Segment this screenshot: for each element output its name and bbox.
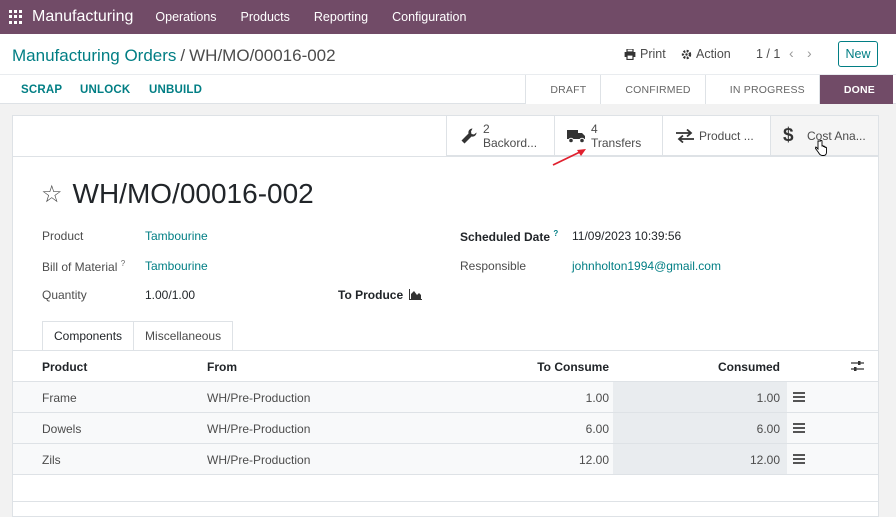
menu-operations[interactable]: Operations xyxy=(155,10,216,24)
row-to-consume: 6.00 xyxy=(585,422,609,436)
row-from: WH/Pre-Production xyxy=(207,422,311,436)
top-navbar: Manufacturing Operations Products Report… xyxy=(0,0,896,34)
new-button[interactable]: New xyxy=(838,41,878,67)
header-row: SCRAP UNLOCK UNBUILD DRAFT CONFIRMED IN … xyxy=(0,74,896,104)
hand-cursor-icon xyxy=(815,140,827,156)
exchange-icon xyxy=(676,128,694,143)
status-done[interactable]: DONE xyxy=(818,75,893,104)
backorders-smart-button[interactable]: 2 Backord... xyxy=(446,116,554,156)
bom-value[interactable]: Tambourine xyxy=(145,259,208,273)
product-value[interactable]: Tambourine xyxy=(145,229,208,243)
row-consumed[interactable]: 6.00 xyxy=(680,422,780,436)
row-consumed[interactable]: 12.00 xyxy=(680,453,780,467)
detailed-operations-icon[interactable] xyxy=(793,392,805,404)
chevron-left-icon[interactable]: ‹ xyxy=(789,45,794,61)
annotation-arrow-icon xyxy=(552,149,586,166)
apps-menu-icon[interactable] xyxy=(9,10,23,24)
menu-reporting[interactable]: Reporting xyxy=(314,10,368,24)
pager-value[interactable]: 1 / 1 xyxy=(756,47,780,61)
scheduled-date-value[interactable]: 11/09/2023 10:39:56 xyxy=(572,229,681,243)
breadcrumb: Manufacturing Orders / WH/MO/00016-002 xyxy=(12,46,336,66)
app-name[interactable]: Manufacturing xyxy=(32,8,133,26)
record-title: ☆ WH/MO/00016-002 xyxy=(41,178,314,210)
breadcrumb-parent[interactable]: Manufacturing Orders xyxy=(12,46,176,65)
unbuild-button[interactable]: UNBUILD xyxy=(149,84,202,96)
product-moves-label: Product ... xyxy=(699,128,754,143)
header-consumed[interactable]: Consumed xyxy=(680,360,780,374)
product-moves-smart-button[interactable]: Product ... xyxy=(662,116,770,156)
sheet-divider xyxy=(13,156,878,157)
unlock-button[interactable]: UNLOCK xyxy=(80,84,130,96)
backorders-count: 2 xyxy=(483,121,490,136)
action-label: Action xyxy=(696,47,731,61)
scrap-button[interactable]: SCRAP xyxy=(21,84,62,96)
print-icon xyxy=(624,48,636,60)
quantity-label: Quantity xyxy=(42,288,87,302)
header-from[interactable]: From xyxy=(207,360,237,374)
row-product: Dowels xyxy=(42,422,82,436)
row-product: Zils xyxy=(42,453,61,467)
table-row[interactable]: Frame WH/Pre-Production 1.00 1.00 xyxy=(13,381,878,412)
control-panel: Manufacturing Orders / WH/MO/00016-002 Pri… xyxy=(0,34,896,104)
responsible-value[interactable]: johnholton1994@gmail.com xyxy=(572,259,721,273)
bom-help-icon[interactable]: ? xyxy=(121,259,125,268)
status-bar: DRAFT CONFIRMED IN PROGRESS DONE xyxy=(525,75,893,104)
quantity-value: 1.00/1.00 xyxy=(145,288,196,302)
area-chart-icon[interactable] xyxy=(409,289,422,300)
dollar-icon: $ xyxy=(783,124,794,146)
breadcrumb-separator: / xyxy=(180,46,186,65)
scheduled-date-label-text: Scheduled Date xyxy=(460,230,551,244)
detailed-operations-icon[interactable] xyxy=(793,423,805,435)
table-row-end xyxy=(13,474,878,475)
wrench-icon xyxy=(461,127,477,143)
status-confirmed[interactable]: CONFIRMED xyxy=(600,75,705,104)
table-row[interactable]: Zils WH/Pre-Production 12.00 12.00 xyxy=(13,443,878,474)
optional-columns-icon[interactable] xyxy=(851,360,864,372)
form-sheet: 2 Backord... 4 Transfers Product ... $ Cos… xyxy=(12,115,879,517)
status-in-progress[interactable]: IN PROGRESS xyxy=(704,75,819,104)
row-to-consume: 1.00 xyxy=(585,391,609,405)
tab-components[interactable]: Components xyxy=(42,321,135,351)
smart-button-box: 2 Backord... 4 Transfers Product ... $ Cos… xyxy=(446,116,878,156)
transfers-count: 4 xyxy=(591,121,598,136)
bom-label-text: Bill of Material xyxy=(42,260,118,274)
row-from: WH/Pre-Production xyxy=(207,391,311,405)
gear-icon xyxy=(681,49,692,59)
print-label: Print xyxy=(640,47,666,61)
row-to-consume: 12.00 xyxy=(578,453,609,467)
row-product: Frame xyxy=(42,391,77,405)
print-button[interactable]: Print xyxy=(624,47,666,61)
record-title-text: WH/MO/00016-002 xyxy=(72,178,314,209)
action-button[interactable]: Action xyxy=(681,47,731,61)
table-header: Product From To Consume Consumed xyxy=(13,351,878,381)
backorders-label: Backord... xyxy=(483,135,538,150)
header-product[interactable]: Product xyxy=(42,360,87,374)
detailed-operations-icon[interactable] xyxy=(793,454,805,466)
row-from: WH/Pre-Production xyxy=(207,453,311,467)
transfers-label: Transfers xyxy=(591,135,642,150)
chevron-right-icon[interactable]: › xyxy=(807,45,812,61)
bom-label: Bill of Material ? xyxy=(42,259,125,274)
scheduled-help-icon[interactable]: ? xyxy=(553,229,558,238)
table-footer-rule xyxy=(13,501,878,502)
tab-miscellaneous[interactable]: Miscellaneous xyxy=(133,321,234,351)
product-label: Product xyxy=(42,229,84,243)
components-table: Product From To Consume Consumed Frame W… xyxy=(13,350,878,475)
to-produce-label: To Produce xyxy=(338,288,404,302)
star-icon[interactable]: ☆ xyxy=(41,180,63,209)
status-draft[interactable]: DRAFT xyxy=(525,75,601,104)
header-to-consume[interactable]: To Consume xyxy=(509,360,609,374)
row-consumed[interactable]: 1.00 xyxy=(680,391,780,405)
table-row[interactable]: Dowels WH/Pre-Production 6.00 6.00 xyxy=(13,412,878,443)
responsible-label: Responsible xyxy=(460,259,527,273)
menu-configuration[interactable]: Configuration xyxy=(392,10,466,24)
scheduled-date-label: Scheduled Date ? xyxy=(460,229,558,244)
truck-icon xyxy=(567,129,585,143)
notebook-tabs: Components Miscellaneous xyxy=(42,321,234,351)
breadcrumb-current: WH/MO/00016-002 xyxy=(189,46,336,65)
menu-products[interactable]: Products xyxy=(241,10,290,24)
